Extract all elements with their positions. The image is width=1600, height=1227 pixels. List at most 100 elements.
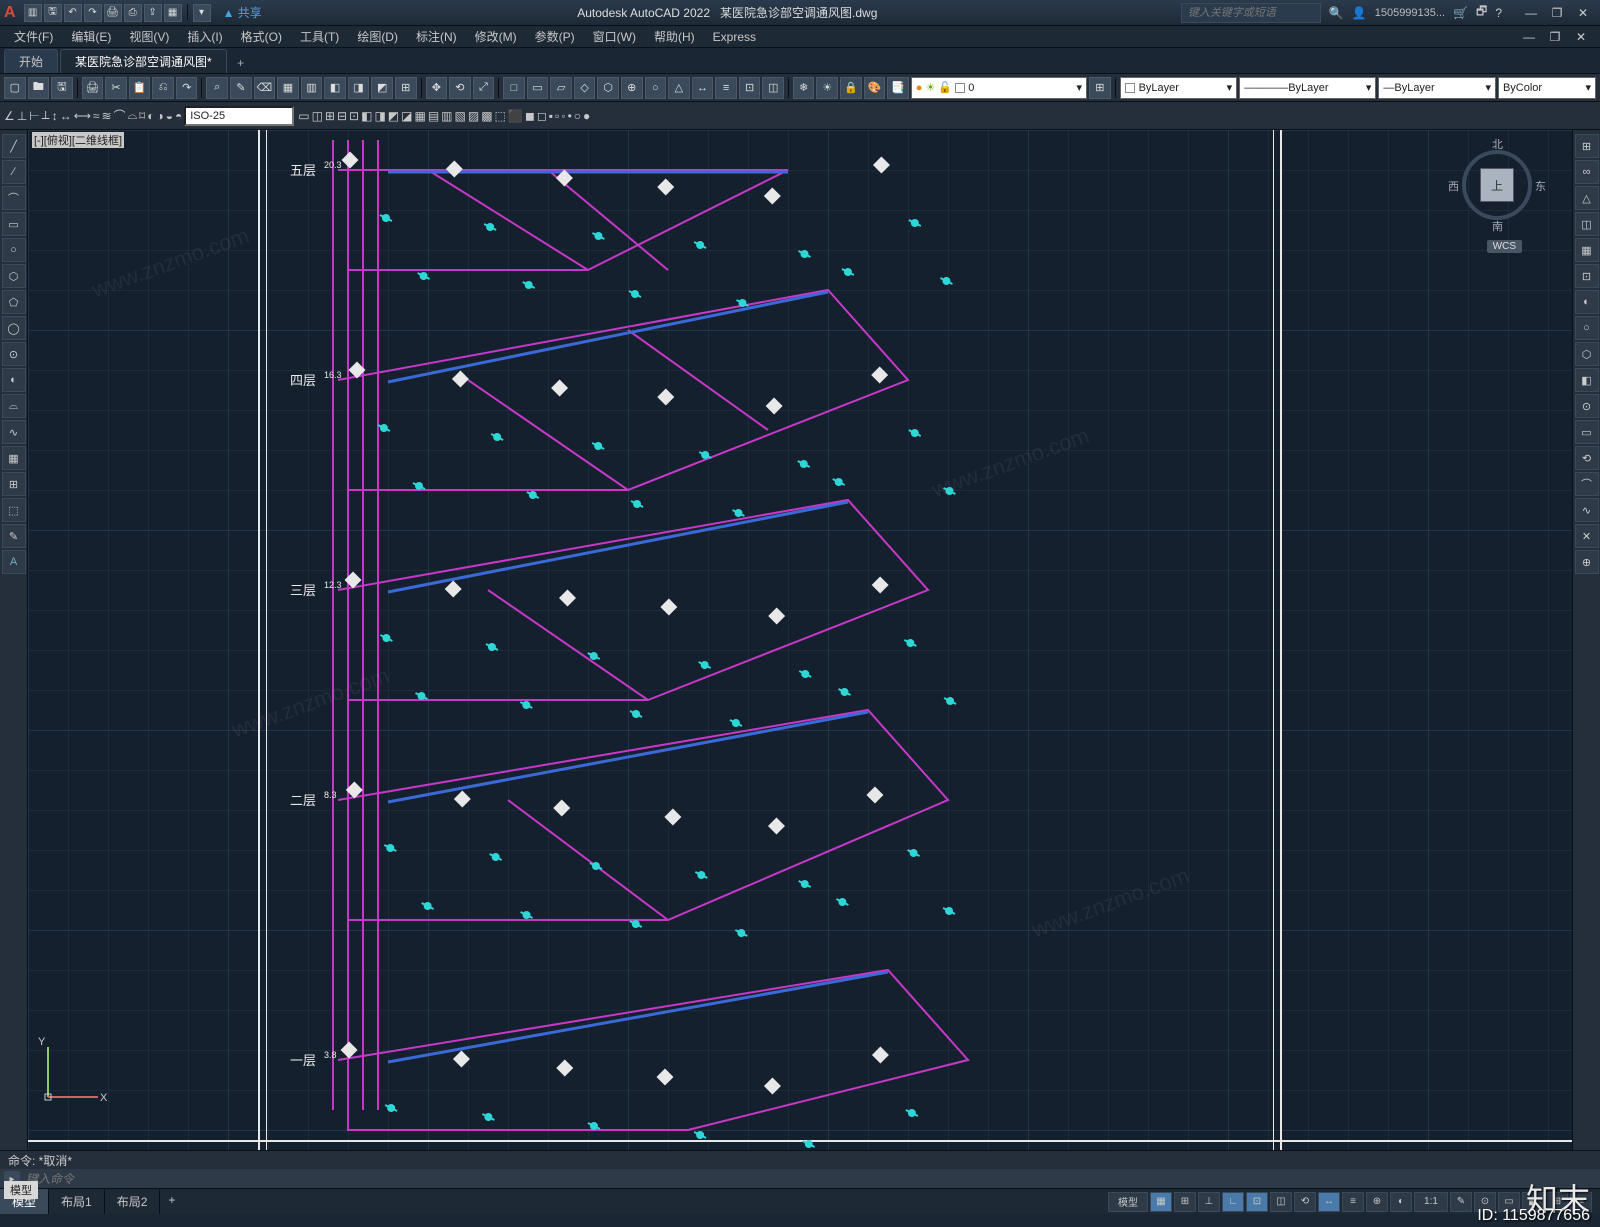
mod-tool-icon[interactable]: ◧ (1575, 368, 1599, 392)
tool-icon[interactable]: ◐ (2, 368, 26, 392)
dim-icon[interactable]: ⌒ (114, 107, 126, 124)
tool-icon[interactable]: ◨ (348, 77, 370, 99)
layer-freeze-icon[interactable]: ❄ (793, 77, 815, 99)
dim-icon[interactable]: ◓ (175, 109, 182, 123)
mod-tool-icon[interactable]: ◫ (1575, 212, 1599, 236)
menu-help[interactable]: 帮助(H) (646, 26, 703, 47)
tool-icon[interactable]: ○ (645, 77, 667, 99)
tool-table-icon[interactable]: ⊞ (2, 472, 26, 496)
mod-tool-icon[interactable]: ⟲ (1575, 446, 1599, 470)
tool-icon[interactable]: ◇ (574, 77, 596, 99)
layer-tool-icon[interactable]: ⊞ (1089, 77, 1111, 99)
dim-icon[interactable]: ◐ (147, 109, 154, 123)
status-osnap-icon[interactable]: ⊡ (1246, 1192, 1268, 1212)
tool-icon[interactable]: ⊞ (395, 77, 417, 99)
mod-tool-icon[interactable]: ⊞ (1575, 134, 1599, 158)
mod-tool-icon[interactable]: ✕ (1575, 524, 1599, 548)
mod-tool-icon[interactable]: ▭ (1575, 420, 1599, 444)
qat-icon[interactable]: ⎙ (124, 4, 142, 22)
mod-icon[interactable]: ◨ (374, 109, 385, 123)
menu-file[interactable]: 文件(F) (6, 26, 61, 47)
mod-tool-icon[interactable]: ◐ (1575, 290, 1599, 314)
layer-manage-icon[interactable]: 📑 (887, 77, 909, 99)
status-model[interactable]: 模型 (1108, 1192, 1148, 1212)
qat-icon[interactable]: 🖨 (104, 4, 122, 22)
status-icon[interactable]: ↔ (1318, 1192, 1340, 1212)
tool-point-icon[interactable]: ✎ (2, 524, 26, 548)
tool-zoom-icon[interactable]: ⤢ (473, 77, 495, 99)
tool-pan-icon[interactable]: ✥ (426, 77, 448, 99)
tool-arc-icon[interactable]: ⌒ (2, 186, 26, 210)
mod-icon[interactable]: • (568, 109, 572, 123)
linetype-dropdown[interactable]: ———— ByLayer▾ (1239, 77, 1376, 99)
color-dropdown[interactable]: ByLayer▾ (1120, 77, 1238, 99)
tool-rect-icon[interactable]: ▭ (2, 212, 26, 236)
tool-icon[interactable]: ↔ (692, 77, 714, 99)
tool-orbit-icon[interactable]: ⟲ (449, 77, 471, 99)
qat-icon[interactable]: ▦ (164, 4, 182, 22)
layer-lock-icon[interactable]: 🔒 (840, 77, 862, 99)
menu-format[interactable]: 格式(O) (233, 26, 290, 47)
tool-icon[interactable]: ⊕ (621, 77, 643, 99)
viewcube-south[interactable]: 南 (1492, 218, 1503, 234)
status-icon[interactable]: ≡ (1342, 1192, 1364, 1212)
tool-region-icon[interactable]: ⬚ (2, 498, 26, 522)
status-snap-icon[interactable]: ⊞ (1174, 1192, 1196, 1212)
mod-icon[interactable]: ▧ (455, 109, 466, 123)
menu-window[interactable]: 窗口(W) (585, 26, 644, 47)
tool-icon[interactable]: ⊡ (739, 77, 761, 99)
tool-new-icon[interactable]: ▢ (4, 77, 26, 99)
doc-close-button[interactable]: ✕ (1568, 27, 1594, 47)
doc-minimize-button[interactable]: — (1516, 27, 1542, 47)
menu-dimension[interactable]: 标注(N) (408, 26, 465, 47)
tab-new[interactable]: + (229, 53, 253, 73)
mod-icon[interactable]: ○ (574, 109, 581, 123)
command-line[interactable]: ▸ (0, 1169, 1600, 1189)
mod-tool-icon[interactable]: ⊙ (1575, 394, 1599, 418)
tool-paste-icon[interactable]: 📋 (129, 77, 151, 99)
wcs-badge[interactable]: WCS (1487, 240, 1522, 253)
tool-icon[interactable]: ◫ (762, 77, 784, 99)
tool-icon[interactable]: ◧ (324, 77, 346, 99)
status-ortho-icon[interactable]: ⊥ (1198, 1192, 1220, 1212)
tool-polygon-icon[interactable]: ⬡ (2, 264, 26, 288)
mod-icon[interactable]: ◪ (401, 109, 412, 123)
tool-icon[interactable]: ▦ (277, 77, 299, 99)
qat-icon[interactable]: ↶ (64, 4, 82, 22)
drawing-canvas[interactable]: [-][俯视][二维线框] (28, 130, 1572, 1150)
tool-text-icon[interactable]: A (2, 550, 26, 574)
dim-icon[interactable]: ⌓ (128, 108, 138, 123)
menu-parametric[interactable]: 参数(P) (527, 26, 583, 47)
cart-icon[interactable]: 🛒 (1453, 6, 1468, 20)
mod-icon[interactable]: ▥ (441, 109, 452, 123)
tool-icon[interactable]: ▥ (301, 77, 323, 99)
mod-icon[interactable]: ◦ (561, 109, 565, 123)
mod-tool-icon[interactable]: ∞ (1575, 160, 1599, 184)
mod-tool-icon[interactable]: △ (1575, 186, 1599, 210)
dim-icon[interactable]: ≋ (101, 109, 111, 123)
tool-icon[interactable]: ≡ (715, 77, 737, 99)
mod-icon[interactable]: ▤ (428, 109, 439, 123)
tool-hatch-icon[interactable]: ▦ (2, 446, 26, 470)
mod-icon[interactable]: ◧ (361, 109, 372, 123)
status-polar-icon[interactable]: ∟ (1222, 1192, 1244, 1212)
menu-insert[interactable]: 插入(I) (179, 26, 230, 47)
mod-icon[interactable]: ⊡ (349, 109, 359, 123)
search-icon[interactable]: 🔍 (1329, 6, 1344, 20)
mod-icon[interactable]: ◻ (537, 109, 547, 123)
status-icon[interactable]: ⟲ (1294, 1192, 1316, 1212)
mod-tool-icon[interactable]: ⌒ (1575, 472, 1599, 496)
status-grid-icon[interactable]: ▦ (1150, 1192, 1172, 1212)
status-icon[interactable]: ◐ (1390, 1192, 1412, 1212)
dim-icon[interactable]: ⌑ (139, 109, 145, 123)
mod-icon[interactable]: ⊞ (325, 109, 335, 123)
qat-icon[interactable]: 🖫 (44, 4, 62, 22)
mod-icon[interactable]: ◩ (388, 109, 399, 123)
viewcube-west[interactable]: 西 (1448, 178, 1459, 194)
tool-ray-icon[interactable]: ∕ (2, 160, 26, 184)
mod-icon[interactable]: ◼ (525, 109, 535, 123)
mod-icon[interactable]: ● (583, 109, 590, 123)
layer-color-icon[interactable]: 🎨 (864, 77, 886, 99)
mod-icon[interactable]: ⊟ (337, 109, 347, 123)
tool-print-icon[interactable]: 🖨 (82, 77, 104, 99)
